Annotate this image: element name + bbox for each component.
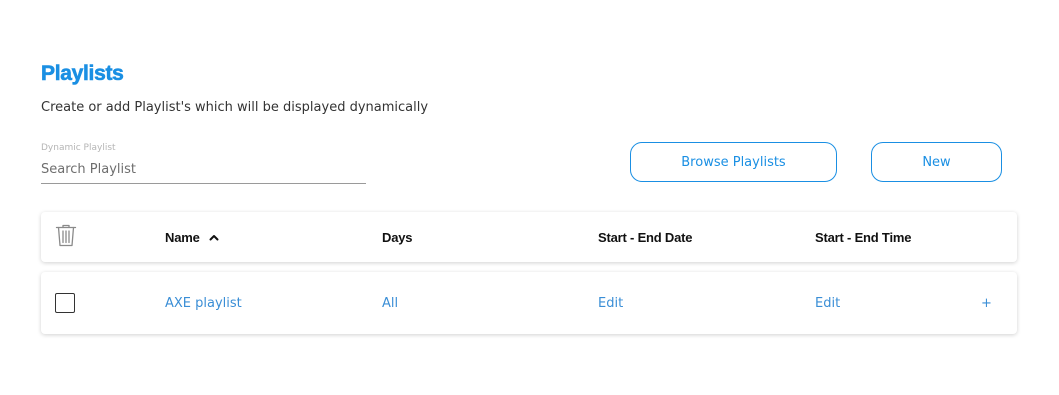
page-subtitle: Create or add Playlist's which will be d…: [41, 100, 429, 115]
add-row-button[interactable]: +: [981, 296, 992, 311]
new-playlist-button[interactable]: New: [871, 142, 1002, 182]
edit-times-link[interactable]: Edit: [815, 296, 840, 311]
search-field: Dynamic Playlist: [41, 143, 366, 184]
chevron-up-icon: [209, 234, 219, 241]
browse-playlists-button[interactable]: Browse Playlists: [630, 142, 837, 182]
delete-button[interactable]: [55, 212, 77, 262]
column-header-times-label: Start - End Time: [815, 229, 912, 245]
trash-icon: [55, 223, 77, 251]
column-header-dates[interactable]: Start - End Date: [598, 212, 693, 262]
search-label: Dynamic Playlist: [41, 143, 116, 153]
column-header-dates-label: Start - End Date: [598, 229, 693, 245]
table-header: Name Days Start - End Date Start - End T…: [41, 212, 1017, 262]
page-title: Playlists: [41, 62, 124, 86]
column-header-name-label: Name: [165, 229, 200, 245]
row-checkbox[interactable]: [55, 293, 75, 313]
playlist-name-link[interactable]: AXE playlist: [165, 296, 242, 311]
playlist-days-link[interactable]: All: [382, 296, 398, 311]
edit-dates-link[interactable]: Edit: [598, 296, 623, 311]
table-row: AXE playlist All Edit Edit +: [41, 272, 1017, 334]
column-header-times[interactable]: Start - End Time: [815, 212, 911, 262]
column-header-days-label: Days: [382, 229, 413, 245]
column-header-name[interactable]: Name: [165, 212, 219, 262]
column-header-days[interactable]: Days: [382, 212, 412, 262]
search-input[interactable]: [41, 160, 366, 184]
